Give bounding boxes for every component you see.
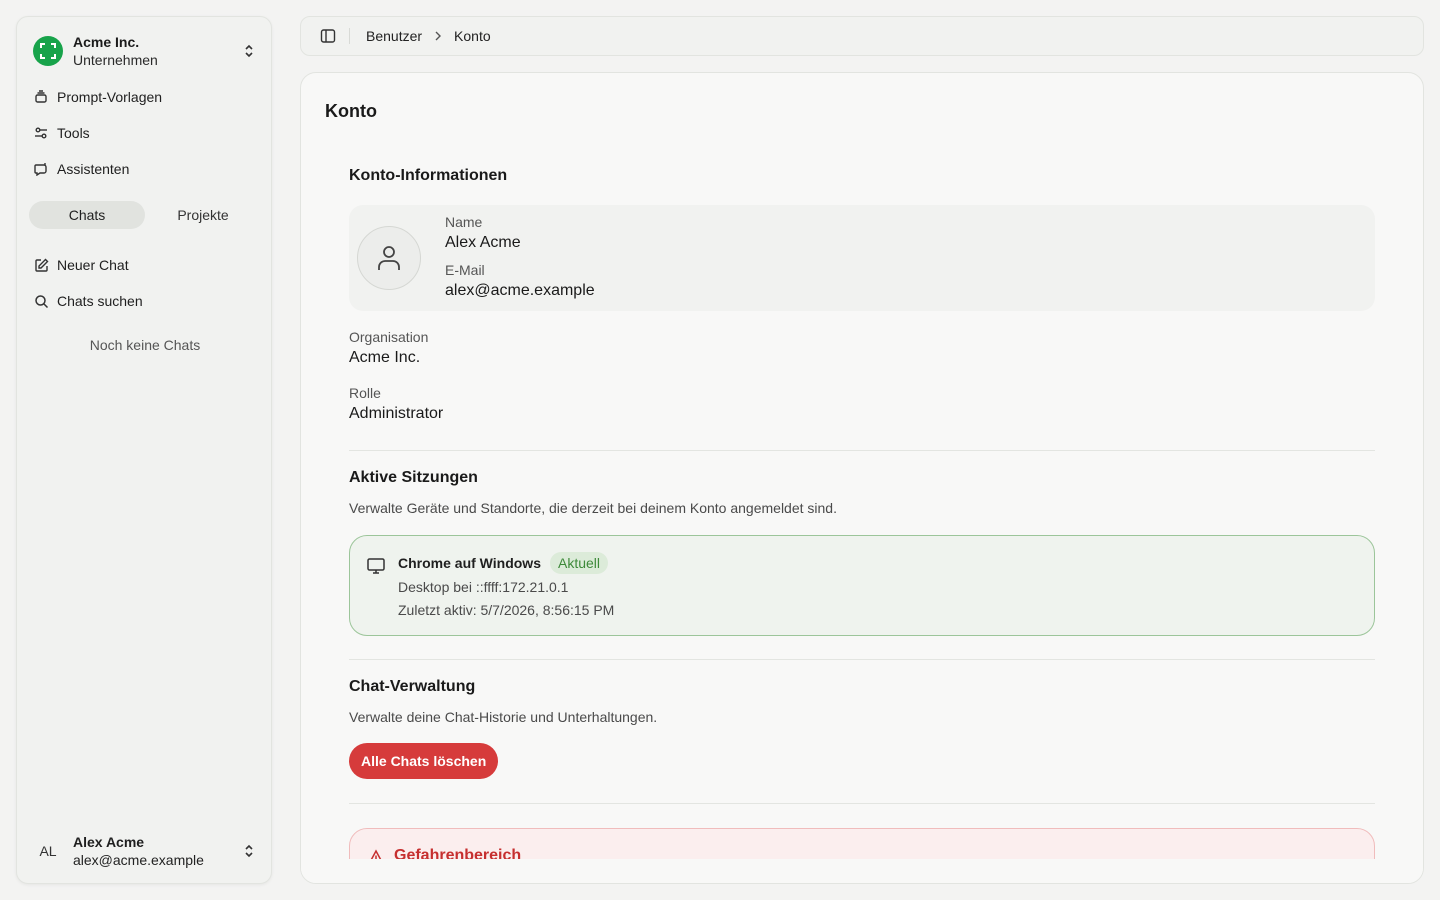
account-info-title: Konto-Informationen [349,167,508,184]
name-value: Alex Acme [445,234,521,251]
nav-assistants[interactable]: Assistenten [33,155,257,183]
profile-card: Name Alex Acme E-Mail alex@acme.example [349,205,1375,311]
search-chats-label: Chats suchen [57,293,143,309]
organization-label: Organisation [349,329,429,345]
chat-management-description: Verwalte deine Chat-Historie und Unterha… [349,709,658,725]
sidebar: Acme Inc. Unternehmen Prompt-Vorlagen To… [16,16,272,884]
sliders-icon [33,125,49,141]
user-menu[interactable]: AL Alex Acme alex@acme.example [33,831,257,871]
user-name: Alex Acme [73,834,145,850]
nav-label: Tools [57,125,90,141]
role-value: Administrator [349,405,444,422]
account-page: Konto Konto-Informationen Name Alex Acme… [300,72,1424,884]
divider [349,450,1375,451]
tab-chats[interactable]: Chats [29,201,145,229]
breadcrumb-account: Konto [454,28,491,44]
sidebar-toggle-icon[interactable] [319,27,337,45]
top-bar: Benutzer Konto [300,16,1424,56]
chevrons-up-down-icon [241,43,257,59]
session-location: Desktop bei ::ffff:172.21.0.1 [398,579,569,595]
nav-label: Assistenten [57,161,130,177]
name-label: Name [445,214,483,230]
search-chats-button[interactable]: Chats suchen [33,287,257,315]
email-value: alex@acme.example [445,282,595,299]
nav-prompt-templates[interactable]: Prompt-Vorlagen [33,83,257,111]
sessions-description: Verwalte Geräte und Standorte, die derze… [349,500,837,516]
org-switcher[interactable]: Acme Inc. Unternehmen [33,31,257,71]
delete-all-chats-button[interactable]: Alle Chats löschen [349,743,499,779]
session-last-active: Zuletzt aktiv: 5/7/2026, 8:56:15 PM [398,602,615,618]
user-email: alex@acme.example [73,852,204,868]
chevrons-up-down-icon [241,843,257,859]
empty-chats-text: Noch keine Chats [89,337,201,353]
page-title: Konto [325,101,377,121]
org-name: Acme Inc. [73,34,140,50]
session-item: Chrome auf Windows Aktuell Desktop bei :… [349,535,1375,636]
stack-icon [33,89,49,105]
email-label: E-Mail [445,262,485,278]
bot-icon [33,161,49,177]
chat-management-title: Chat-Verwaltung [349,678,476,695]
new-chat-label: Neuer Chat [57,257,129,273]
scroll-clip [301,859,1423,883]
chevron-right-icon [434,31,442,41]
org-subtitle: Unternehmen [73,52,158,68]
divider [349,659,1375,660]
nav-label: Prompt-Vorlagen [57,89,163,105]
sidebar-tabs: Chats Projekte [29,201,261,229]
divider [349,28,350,44]
organization-value: Acme Inc. [349,349,421,366]
divider [349,803,1375,804]
user-icon [357,226,421,290]
avatar: AL [39,843,57,859]
sessions-title: Aktive Sitzungen [349,469,478,486]
session-device: Chrome auf Windows [398,555,541,571]
tab-projects[interactable]: Projekte [145,201,261,229]
monitor-icon [366,556,386,576]
scan-icon [33,36,63,66]
new-chat-button[interactable]: Neuer Chat [33,251,257,279]
breadcrumb-users[interactable]: Benutzer [366,28,422,44]
current-session-badge: Aktuell [550,552,609,574]
role-label: Rolle [349,385,381,401]
edit-icon [33,257,49,273]
nav-tools[interactable]: Tools [33,119,257,147]
search-icon [33,293,49,309]
